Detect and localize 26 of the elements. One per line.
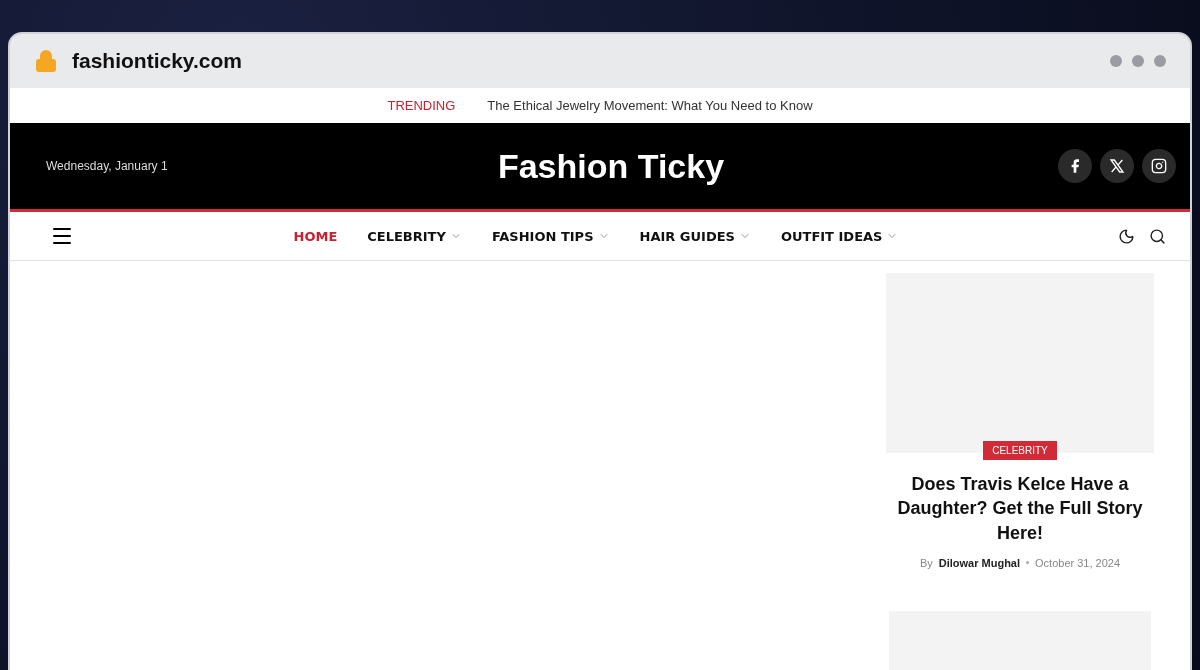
social-button[interactable]: [1100, 149, 1134, 183]
window-control-dot[interactable]: [1132, 55, 1144, 67]
instagram-icon: [1151, 158, 1167, 174]
byline-label: By: [919, 556, 933, 569]
author-link[interactable]: Dilowar Mughal: [938, 556, 1021, 569]
post-date: October 31, 2024: [1035, 556, 1121, 569]
moon-icon[interactable]: [1118, 227, 1135, 245]
site-title[interactable]: Fashion Ticky: [346, 146, 876, 186]
trending-label: TRENDING: [387, 98, 456, 113]
nav-item[interactable]: HOME: [293, 228, 338, 244]
header-date: Wednesday, January 1: [46, 159, 169, 173]
social-button[interactable]: [1058, 149, 1092, 183]
window-control-dot[interactable]: [1110, 55, 1122, 67]
address-bar-url[interactable]: fashionticky.com: [72, 49, 242, 73]
trending-headline[interactable]: The Ethical Jewelry Movement: What You Need to Know: [487, 98, 813, 113]
social-button[interactable]: [1142, 149, 1176, 183]
window-control-dot[interactable]: [1154, 55, 1166, 67]
nav-item[interactable]: CELEBRITY: [367, 228, 462, 244]
post-title[interactable]: Does Travis Kelce Have a Daughter? Get the Full Story Here!: [886, 472, 1154, 545]
search-icon[interactable]: [1149, 227, 1166, 245]
nav-item[interactable]: OUTFIT IDEAS: [780, 228, 899, 244]
nav-item[interactable]: FASHION TIPS: [491, 228, 610, 244]
x-logo-icon: [1109, 158, 1125, 174]
category-badge[interactable]: CELEBRITY: [983, 441, 1057, 460]
lock-icon: [34, 49, 58, 73]
nav-item[interactable]: HAIR GUIDES: [639, 228, 751, 244]
